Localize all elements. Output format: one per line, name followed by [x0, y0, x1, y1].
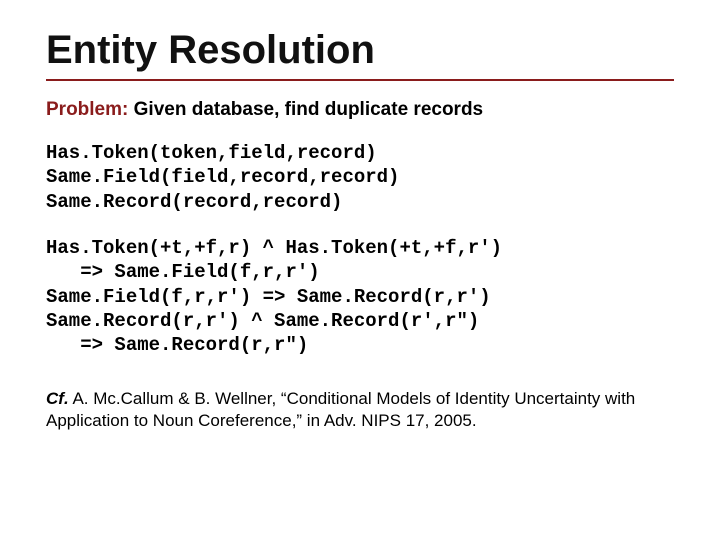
citation-cf: Cf. — [46, 389, 69, 408]
slide: Entity Resolution Problem: Given databas… — [0, 0, 720, 540]
problem-text: Given database, find duplicate records — [128, 99, 483, 120]
title-underline — [46, 79, 674, 81]
rules-block: Has.Token(+t,+f,r) ^ Has.Token(+t,+f,r')… — [46, 236, 674, 358]
problem-statement: Problem: Given database, find duplicate … — [46, 99, 674, 121]
problem-label: Problem: — [46, 99, 128, 120]
predicate-block: Has.Token(token,field,record) Same.Field… — [46, 141, 674, 214]
citation: Cf. A. Mc.Callum & B. Wellner, “Conditio… — [46, 388, 674, 434]
slide-title: Entity Resolution — [46, 28, 674, 73]
citation-text: A. Mc.Callum & B. Wellner, “Conditional … — [46, 389, 635, 431]
